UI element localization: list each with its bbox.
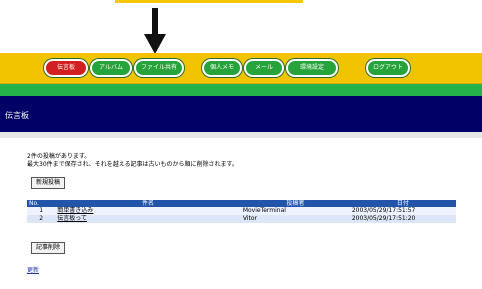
row-number: 1 <box>27 207 56 215</box>
column-header-no: No. <box>27 200 56 207</box>
row-subject-link[interactable]: 簡単書き込み <box>55 207 241 215</box>
storage-notice-text: 最大30件まで保存され、それを越える記事は古いものから順に削除されます。 <box>27 161 238 168</box>
row-number: 2 <box>27 215 56 223</box>
delete-post-button[interactable]: 記事削除 <box>31 242 66 254</box>
refresh-link[interactable]: 更新 <box>27 265 39 274</box>
top-accent-bar <box>115 0 303 3</box>
page-title: 伝言板 <box>5 111 29 120</box>
nav-button-mail[interactable]: メール <box>244 59 284 77</box>
nav-button-logout[interactable]: ログアウト <box>366 59 410 77</box>
row-date: 2003/05/29/17:51:20 <box>349 215 456 223</box>
nav-bar: 伝言板 アルバム ファイル共有 個人メモ メール 環境設定 ログアウト <box>0 53 482 84</box>
nav-button-board[interactable]: 伝言板 <box>44 59 88 77</box>
new-post-button[interactable]: 新規投稿 <box>31 177 66 189</box>
table-row: 2 伝言板って Vitor 2003/05/29/17:51:20 <box>27 215 456 223</box>
row-date: 2003/05/29/17:51:57 <box>349 207 456 215</box>
row-author: MovieTerminal <box>240 207 350 215</box>
column-header-subject: 件名 <box>55 200 241 207</box>
column-header-date: 日付 <box>349 200 456 207</box>
column-header-author: 投稿者 <box>240 200 350 207</box>
nav-button-album[interactable]: アルバム <box>90 59 132 77</box>
main-content: 2件の投稿があります。 最大30件まで保存され、それを越える記事は古いものから順… <box>0 138 482 289</box>
row-author: Vitor <box>240 215 350 223</box>
nav-button-file-share[interactable]: ファイル共有 <box>134 59 184 77</box>
page-header: 伝言板 <box>0 96 482 132</box>
down-arrow-icon <box>144 8 166 54</box>
accent-strip <box>0 84 482 96</box>
nav-button-memo[interactable]: 個人メモ <box>202 59 242 77</box>
nav-button-settings[interactable]: 環境設定 <box>286 59 338 77</box>
row-subject-link[interactable]: 伝言板って <box>55 215 241 223</box>
table-header-row: No. 件名 投稿者 日付 <box>27 200 456 207</box>
table-row: 1 簡単書き込み MovieTerminal 2003/05/29/17:51:… <box>27 207 456 215</box>
posts-table: No. 件名 投稿者 日付 1 簡単書き込み MovieTerminal 200… <box>27 200 456 223</box>
